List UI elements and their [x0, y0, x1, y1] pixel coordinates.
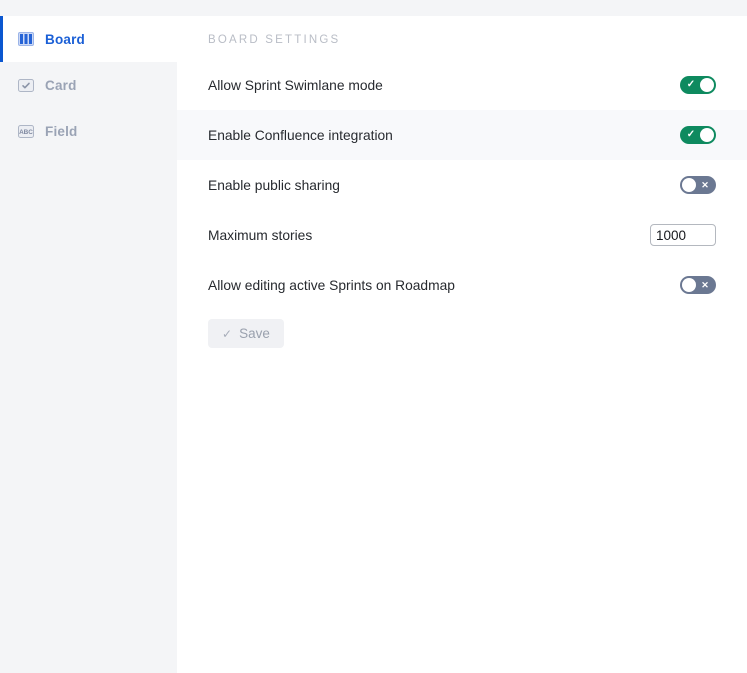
check-icon: ✓: [686, 79, 696, 90]
setting-label: Maximum stories: [208, 227, 313, 243]
setting-control: ✕: [648, 176, 716, 194]
setting-label: Enable Confluence integration: [208, 127, 393, 143]
board-settings-panel: BOARD SETTINGS Allow Sprint Swimlane mod…: [177, 16, 747, 673]
toggle-knob: [700, 128, 714, 142]
sidebar-item-board[interactable]: Board: [0, 16, 177, 62]
setting-control: ✓: [648, 76, 716, 94]
save-button-container: ✓ Save: [177, 310, 747, 348]
card-check-icon: [17, 76, 35, 94]
top-bar: [0, 0, 747, 16]
cross-icon: ✕: [701, 179, 709, 190]
save-button-label: Save: [239, 326, 270, 341]
toggle-knob: [700, 78, 714, 92]
setting-label: Enable public sharing: [208, 177, 340, 193]
setting-control: ✕: [648, 276, 716, 294]
toggle-allow-sprint-swimlane-mode[interactable]: ✓: [680, 76, 716, 94]
settings-list: Allow Sprint Swimlane mode ✓ Enable Conf…: [177, 60, 747, 310]
setting-label: Allow Sprint Swimlane mode: [208, 77, 383, 93]
settings-page: Board Card ABC Field BOARD SETTINGS Allo…: [0, 0, 747, 673]
save-button[interactable]: ✓ Save: [208, 319, 284, 348]
sidebar-item-card[interactable]: Card: [0, 62, 177, 108]
sidebar-item-field-label: Field: [45, 123, 78, 139]
cross-icon: ✕: [701, 279, 709, 290]
field-abc-icon: ABC: [17, 122, 35, 140]
maximum-stories-input[interactable]: [650, 224, 716, 246]
setting-row-enable-confluence-integration: Enable Confluence integration ✓: [177, 110, 747, 160]
setting-row-enable-public-sharing: Enable public sharing ✕: [177, 160, 747, 210]
toggle-enable-confluence-integration[interactable]: ✓: [680, 126, 716, 144]
board-columns-icon: [17, 30, 35, 48]
toggle-allow-editing-active-sprints-on-roadmap[interactable]: ✕: [680, 276, 716, 294]
check-icon: ✓: [686, 129, 696, 140]
svg-text:ABC: ABC: [19, 129, 33, 136]
setting-row-allow-editing-active-sprints-on-roadmap: Allow editing active Sprints on Roadmap …: [177, 260, 747, 310]
section-title: BOARD SETTINGS: [208, 34, 341, 46]
toggle-knob: [682, 278, 696, 292]
toggle-enable-public-sharing[interactable]: ✕: [680, 176, 716, 194]
setting-row-allow-sprint-swimlane-mode: Allow Sprint Swimlane mode ✓: [177, 60, 747, 110]
check-icon: ✓: [222, 326, 233, 341]
sidebar-item-card-label: Card: [45, 77, 77, 93]
setting-control: [648, 224, 716, 246]
setting-label: Allow editing active Sprints on Roadmap: [208, 277, 455, 293]
sidebar-item-board-label: Board: [45, 31, 86, 47]
sidebar-item-field[interactable]: ABC Field: [0, 108, 177, 154]
setting-control: ✓: [648, 126, 716, 144]
toggle-knob: [682, 178, 696, 192]
setting-row-maximum-stories: Maximum stories: [177, 210, 747, 260]
sidebar-nav: Board Card ABC Field: [0, 16, 177, 673]
